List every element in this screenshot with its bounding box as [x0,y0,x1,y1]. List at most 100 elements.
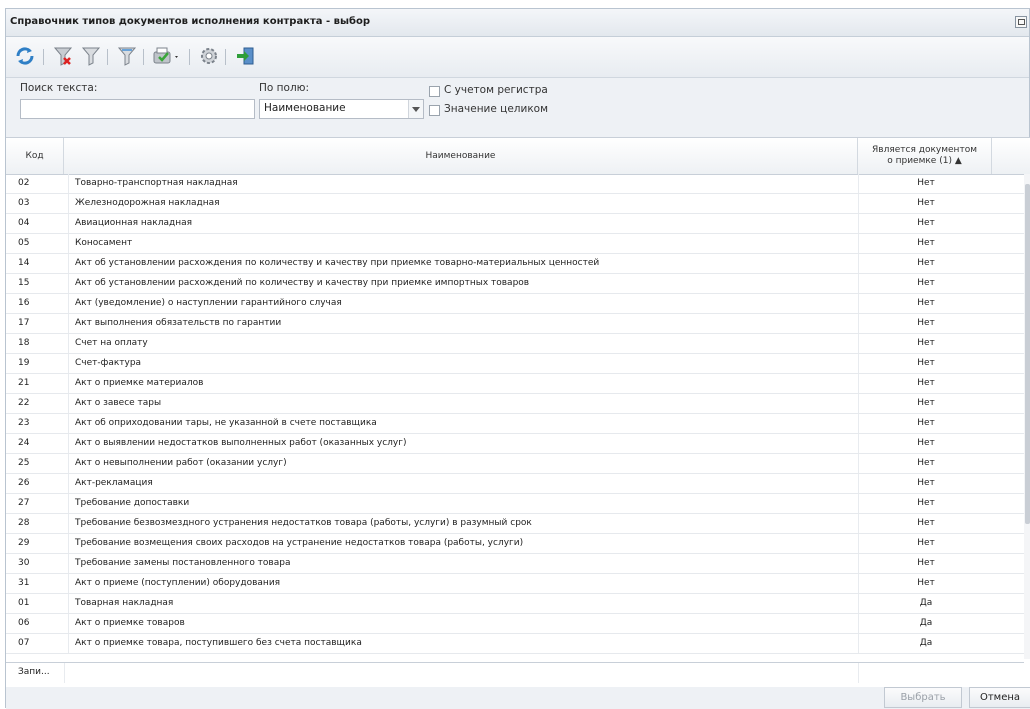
row-code: 23 [18,418,30,428]
case-sensitive-checkbox[interactable] [429,86,440,97]
row-name: Акт о выявлении недостатков выполненных … [68,434,865,453]
row-code: 07 [18,638,30,648]
table-row[interactable]: 05 Коносамент Нет [6,234,1024,254]
table-row[interactable]: 24 Акт о выявлении недостатков выполненны… [6,434,1024,454]
table-row[interactable]: 04 Авиационная накладная Нет [6,214,1024,234]
table-row[interactable]: 03 Железнодорожная накладная Нет [6,194,1024,214]
table-row[interactable]: 21 Акт о приемке материалов Нет [6,374,1024,394]
toolbar [6,37,1029,78]
search-label: Поиск текста: [20,82,98,94]
row-code: 24 [18,438,30,448]
row-acceptance-flag: Нет [858,394,993,413]
row-name: Требование замены постановленного товара [68,554,865,573]
row-code: 21 [18,378,30,388]
selection-dialog: Справочник типов документов исполнения к… [5,8,1030,709]
case-sensitive-label: С учетом регистра [444,84,548,96]
row-name: Акт о завесе тары [68,394,865,413]
column-header-code[interactable]: Код [6,138,64,174]
column-header-acceptance[interactable]: Является документом о приемке (1) ▲ [858,138,992,174]
search-input[interactable] [20,99,255,119]
row-name: Требование возмещения своих расходов на … [68,534,865,553]
row-name: Акт о приемке товаров [68,614,865,633]
row-code: 27 [18,498,30,508]
button-bar: Выбрать Отмена [6,687,1030,709]
row-name: Товарная накладная [68,594,865,613]
row-code: 15 [18,278,30,288]
row-code: 31 [18,578,30,588]
row-code: 26 [18,478,30,488]
table-row[interactable]: 26 Акт-рекламация Нет [6,474,1024,494]
maximize-icon[interactable] [1015,16,1027,28]
table-row[interactable]: 29 Требование возмещения своих расходов н… [6,534,1024,554]
column-header-name[interactable]: Наименование [64,138,858,174]
row-code: 14 [18,258,30,268]
table-row[interactable]: 19 Счет-фактура Нет [6,354,1024,374]
window-title: Справочник типов документов исполнения к… [10,16,371,27]
row-acceptance-flag: Нет [858,574,993,593]
row-acceptance-flag: Нет [858,294,993,313]
row-name: Акт о невыполнении работ (оказании услуг… [68,454,865,473]
row-acceptance-flag: Нет [858,494,993,513]
table-row[interactable]: 06 Акт о приемке товаров Да [6,614,1024,634]
row-name: Акт (уведомление) о наступлении гарантий… [68,294,865,313]
row-name: Акт о приемке материалов [68,374,865,393]
grid-header: Код Наименование Является документом о п… [6,138,1030,175]
table-row[interactable]: 02 Товарно-транспортная накладная Нет [6,174,1024,194]
row-acceptance-flag: Нет [858,374,993,393]
row-name: Авиационная накладная [68,214,865,233]
row-acceptance-flag: Нет [858,214,993,233]
row-acceptance-flag: Нет [858,434,993,453]
row-name: Счет на оплату [68,334,865,353]
filter-icon[interactable] [80,45,102,67]
grid-body: 02 Товарно-транспортная накладная Нет 03 Жел… [6,174,1024,659]
row-acceptance-flag: Нет [858,474,993,493]
chevron-down-icon[interactable] [408,100,423,118]
select-button[interactable]: Выбрать [884,687,962,708]
row-acceptance-flag: Нет [858,274,993,293]
row-code: 04 [18,218,30,228]
refresh-icon[interactable] [14,45,36,67]
field-select-value: Наименование [264,102,346,114]
whole-value-checkbox[interactable] [429,105,440,116]
approve-dropdown-icon[interactable] [152,45,182,67]
table-row[interactable]: 01 Товарная накладная Да [6,594,1024,614]
table-row[interactable]: 15 Акт об установлении расхождений по кол… [6,274,1024,294]
row-name: Коносамент [68,234,865,253]
table-row[interactable]: 28 Требование безвозмездного устранения н… [6,514,1024,534]
table-row[interactable]: 16 Акт (уведомление) о наступлении гарант… [6,294,1024,314]
search-panel: Поиск текста: По полю: Наименование С уч… [6,78,1029,145]
table-row[interactable]: 30 Требование замены постановленного това… [6,554,1024,574]
row-acceptance-flag: Да [858,594,993,613]
row-name: Счет-фактура [68,354,865,373]
filter-clear-icon[interactable] [52,45,74,67]
row-code: 19 [18,358,30,368]
settings-icon[interactable] [198,45,220,67]
row-acceptance-flag: Нет [858,354,993,373]
row-code: 22 [18,398,30,408]
table-row[interactable]: 22 Акт о завесе тары Нет [6,394,1024,414]
row-name: Железнодорожная накладная [68,194,865,213]
table-row[interactable]: 27 Требование допоставки Нет [6,494,1024,514]
row-code: 17 [18,318,30,328]
table-row[interactable]: 23 Акт об оприходовании тары, не указанно… [6,414,1024,434]
exit-icon[interactable] [234,45,256,67]
row-acceptance-flag: Да [858,634,993,653]
table-row[interactable]: 31 Акт о приеме (поступлении) оборудовани… [6,574,1024,594]
table-row[interactable]: 17 Акт выполнения обязательств по гаранти… [6,314,1024,334]
filter-apply-icon[interactable] [116,45,138,67]
row-acceptance-flag: Нет [858,194,993,213]
cancel-button[interactable]: Отмена [969,687,1030,708]
table-row[interactable]: 25 Акт о невыполнении работ (оказании усл… [6,454,1024,474]
row-name: Акт о приеме (поступлении) оборудования [68,574,865,593]
row-code: 18 [18,338,30,348]
row-code: 16 [18,298,30,308]
scrollbar-thumb[interactable] [1025,184,1030,524]
document-types-grid: Код Наименование Является документом о п… [6,137,1030,691]
vertical-scrollbar[interactable] [1024,174,1030,659]
table-row[interactable]: 07 Акт о приемке товара, поступившего без… [6,634,1024,654]
table-row[interactable]: 14 Акт об установлении расхождения по кол… [6,254,1024,274]
row-code: 29 [18,538,30,548]
field-select[interactable]: Наименование [259,99,424,119]
table-row[interactable]: 18 Счет на оплату Нет [6,334,1024,354]
row-acceptance-flag: Нет [858,514,993,533]
